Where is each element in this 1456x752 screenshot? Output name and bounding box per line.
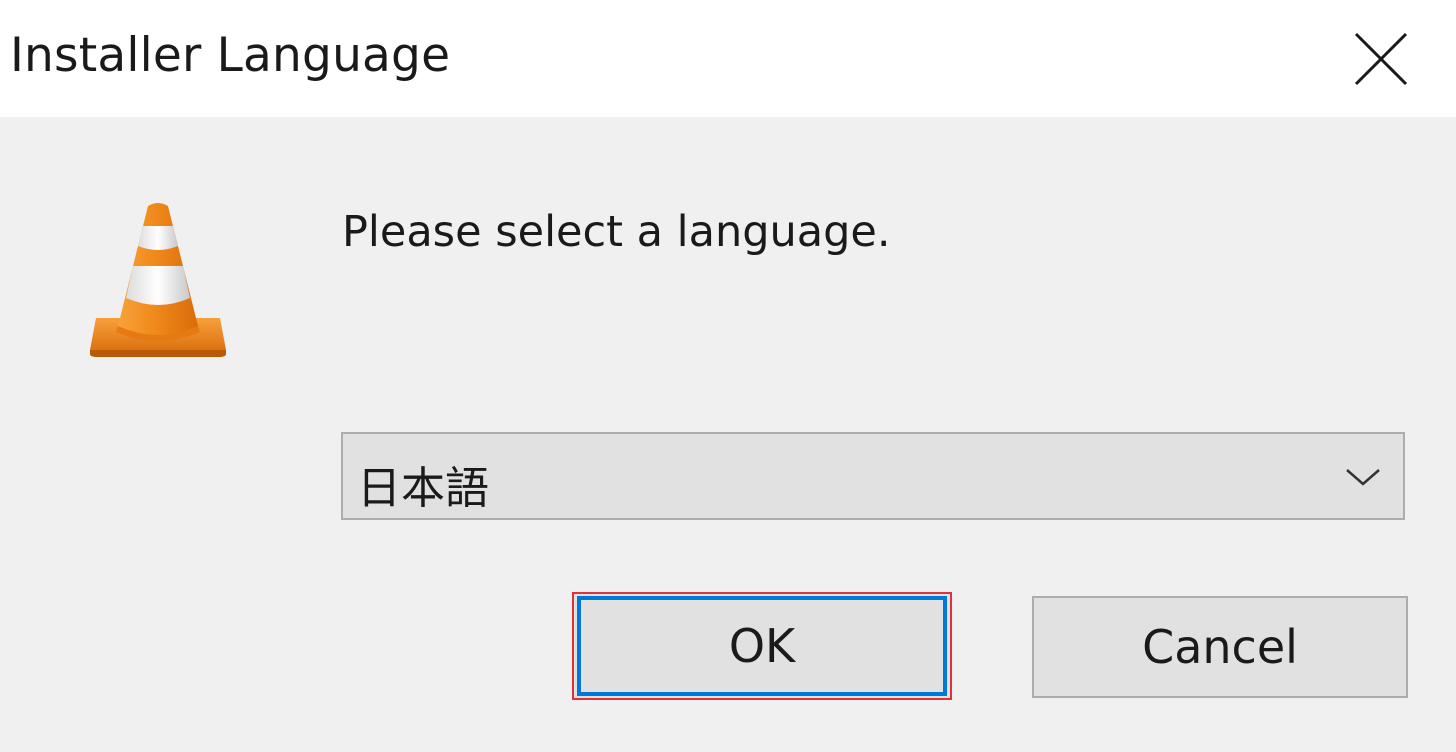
language-select[interactable]: 日本語 (341, 432, 1405, 520)
title-bar: Installer Language (0, 0, 1456, 117)
ok-button-face: OK (577, 596, 947, 696)
close-icon (1354, 32, 1408, 85)
window-title: Installer Language (10, 28, 451, 83)
cancel-button-label: Cancel (1142, 620, 1298, 674)
prompt-text: Please select a language. (342, 207, 891, 257)
installer-language-dialog: Installer Language Please select a langu… (0, 0, 1456, 752)
ok-button-label: OK (728, 619, 796, 673)
chevron-down-icon (1346, 469, 1380, 486)
vlc-cone-icon (90, 203, 226, 357)
ok-button[interactable]: OK (572, 592, 952, 700)
close-button[interactable] (1306, 0, 1456, 117)
cancel-button[interactable]: Cancel (1032, 596, 1408, 698)
selected-language: 日本語 (357, 463, 489, 514)
